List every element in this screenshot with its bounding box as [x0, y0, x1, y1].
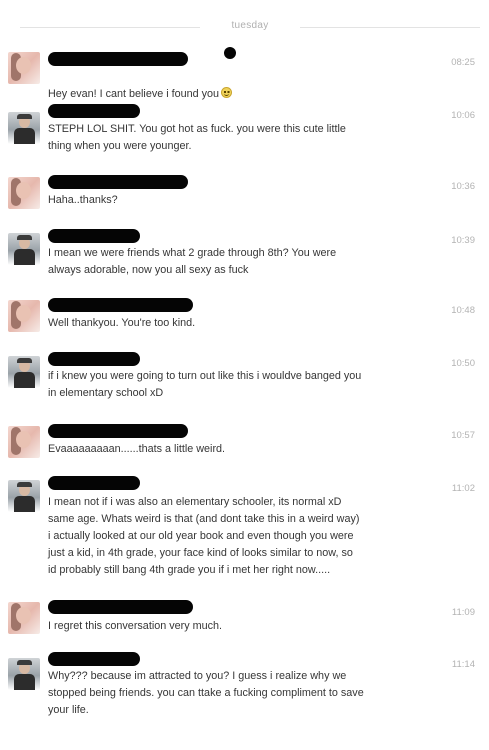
- message-text: I regret this conversation very much.: [48, 620, 223, 632]
- redacted-name-bar: [48, 175, 188, 189]
- message-text: Well thankyou. You're too kind.: [48, 317, 196, 329]
- message-text-content: Hey evan! I cant believe i found you: [48, 88, 220, 100]
- avatar-torso: [14, 496, 35, 512]
- redacted-name-bar: [48, 352, 140, 366]
- message-time: 11:09: [451, 607, 475, 618]
- message-time: 11:02: [451, 483, 475, 494]
- divider-line-left: [20, 27, 200, 28]
- message-text: Why??? because im attracted to you? I gu…: [48, 670, 364, 716]
- message-text: I mean not if i was also an elementary s…: [48, 496, 360, 576]
- day-label: tuesday: [231, 20, 269, 31]
- message-text: if i knew you were going to turn out lik…: [48, 370, 362, 399]
- redacted-name-bar: [48, 298, 193, 312]
- avatar-her[interactable]: [8, 52, 40, 84]
- avatar-her[interactable]: [8, 177, 40, 209]
- redacted-name-bar: [48, 104, 140, 118]
- avatar-face: [16, 57, 31, 74]
- message-time: 11:14: [451, 659, 475, 670]
- redacted-name-bar: [48, 600, 193, 614]
- avatar-torso: [14, 674, 35, 690]
- redacted-name-bar: [48, 424, 188, 438]
- avatar-torso: [14, 249, 35, 265]
- redacted-name-bar: [48, 652, 140, 666]
- message-time: 10:48: [451, 305, 475, 316]
- message-time: 10:06: [451, 110, 475, 121]
- message-time: 10:50: [451, 358, 475, 369]
- message-time: 10:36: [451, 181, 475, 192]
- avatar-face: [16, 431, 31, 448]
- message-text: Haha..thanks?: [48, 194, 118, 206]
- message-text: I mean we were friends what 2 grade thro…: [48, 247, 337, 276]
- avatar-hat: [17, 482, 32, 487]
- avatar-him[interactable]: [8, 480, 40, 512]
- message-text: Evaaaaaaaaan......thats a little weird.: [48, 443, 226, 455]
- avatar-face: [16, 305, 31, 322]
- avatar-him[interactable]: [8, 233, 40, 265]
- avatar-hat: [17, 660, 32, 665]
- avatar-hat: [17, 358, 32, 363]
- avatar-hat: [17, 235, 32, 240]
- message-text: STEPH LOL SHIT. You got hot as fuck. you…: [48, 123, 346, 152]
- redacted-name-bar: [48, 229, 140, 243]
- divider-line-right: [300, 27, 480, 28]
- avatar-torso: [14, 372, 35, 388]
- message-time: 10:57: [451, 430, 475, 441]
- avatar-him[interactable]: [8, 658, 40, 690]
- avatar-torso: [14, 128, 35, 144]
- avatar-her[interactable]: [8, 426, 40, 458]
- avatar-him[interactable]: [8, 112, 40, 144]
- message-time: 08:25: [451, 57, 475, 68]
- message-text: Hey evan! I cant believe i found you: [48, 69, 443, 103]
- redacted-name-bar: [48, 476, 140, 490]
- avatar-face: [16, 182, 31, 199]
- redaction-dot: [224, 47, 236, 59]
- smiley-icon: [221, 87, 233, 98]
- avatar-him[interactable]: [8, 356, 40, 388]
- day-divider: tuesday: [20, 18, 480, 36]
- redacted-name-bar: [48, 52, 188, 66]
- avatar-hat: [17, 114, 32, 119]
- message-time: 10:39: [451, 235, 475, 246]
- avatar-her[interactable]: [8, 602, 40, 634]
- avatar-her[interactable]: [8, 300, 40, 332]
- avatar-face: [16, 607, 31, 624]
